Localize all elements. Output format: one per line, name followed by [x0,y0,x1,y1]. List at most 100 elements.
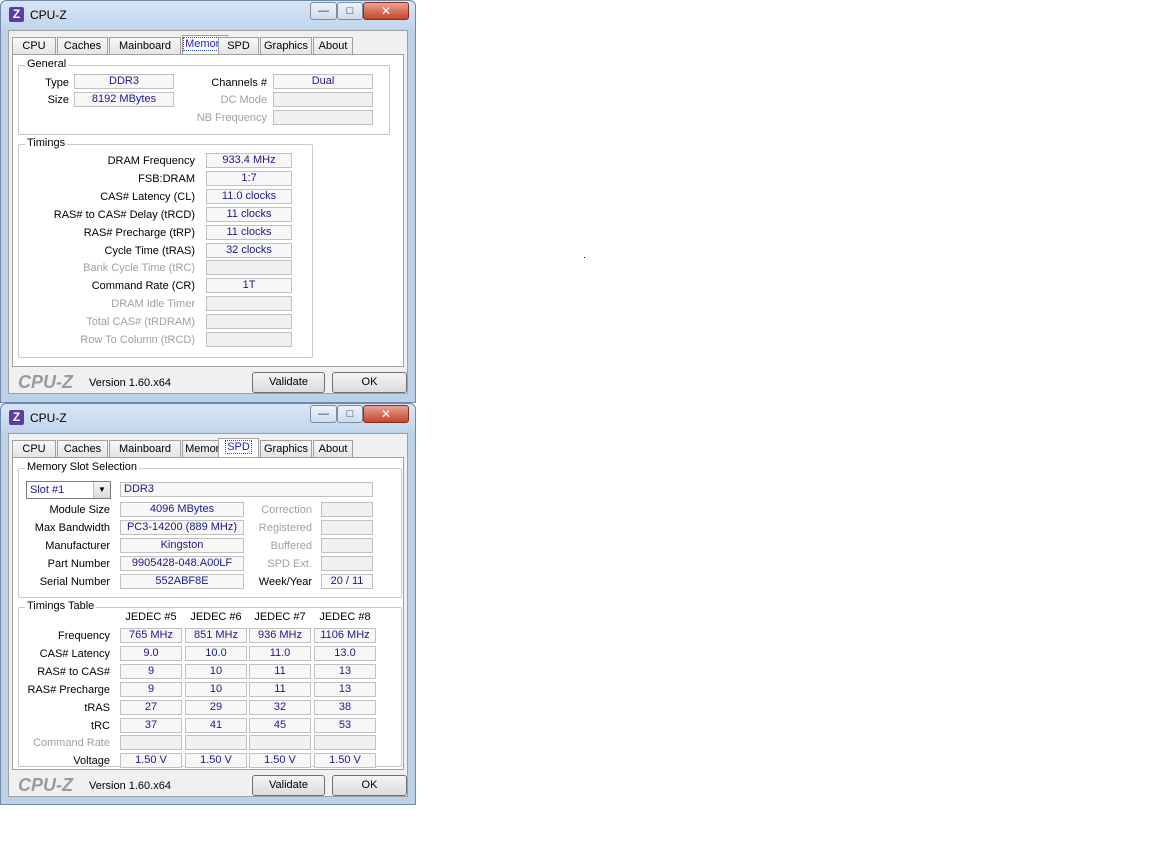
table-cell: 1.50 V [120,753,182,769]
slot-dropdown[interactable]: Slot #1 ▼ [26,481,111,499]
maximize-button[interactable]: □ [337,405,363,423]
table-cell: 851 MHz [185,628,247,643]
close-button[interactable]: ✕ [363,405,409,423]
title-bar[interactable]: Z CPU-Z — □ ✕ [1,404,415,432]
slot-field-value: 9905428-048.A00LF [120,555,244,571]
table-cell: 9.0 [120,645,182,661]
timings-group-label: Timings [25,137,68,149]
timing-value: 11.0 clocks [206,188,292,204]
slot-field-label: SPD Ext. [267,557,312,570]
cpuz-window-spd: Z CPU-Z — □ ✕ CPU Caches Mainboard Memory SP… [0,403,416,805]
table-cell: 13 [314,681,376,697]
slot-field-value [321,519,373,535]
tab-label: Graphics [263,443,309,455]
table-cell: 29 [185,699,247,715]
table-cell: 1.50 V [249,753,311,769]
table-cell: 765 MHz [120,628,182,643]
slot-selection-group: Memory Slot Selection Slot #1 ▼ DDR3 Mod… [18,461,402,598]
cpuz-app-icon: Z [9,410,24,425]
tab-mainboard[interactable]: Mainboard [109,37,181,55]
tab-label: Caches [63,40,102,52]
table-row-label: CAS# Latency [39,647,110,660]
minimize-button[interactable]: — [310,2,337,20]
validate-button[interactable]: Validate [252,372,325,393]
maximize-icon: □ [346,5,354,17]
timing-value [206,260,292,276]
size-value: 8192 MBytes [74,92,174,107]
table-column-header: JEDEC #8 [319,611,371,623]
close-button[interactable]: ✕ [363,2,409,20]
slot-dropdown-value: Slot #1 [30,484,65,496]
table-row-label: Frequency [58,630,110,642]
close-icon: ✕ [380,407,392,421]
timing-label: Cycle Time (tRAS) [104,244,195,257]
table-cell: 32 [249,699,311,715]
timings-table-group: Timings Table JEDEC #5 JEDEC #6 JEDEC #7 JE… [18,600,402,769]
tab-label: Graphics [263,40,309,52]
timing-label: Bank Cycle Time (tRC) [83,262,195,275]
tab-label: About [318,40,348,52]
slot-field-value: Kingston [120,537,244,553]
minimize-button[interactable]: — [310,405,337,423]
table-cell: 936 MHz [249,628,311,643]
ok-button[interactable]: OK [332,372,407,393]
nbfreq-value [273,110,373,125]
tab-cpu[interactable]: CPU [12,37,56,55]
maximize-button[interactable]: □ [337,2,363,20]
table-cell: 37 [120,717,182,733]
type-value: DDR3 [74,74,174,89]
tab-label: Mainboard [119,40,171,52]
tab-label: Mainboard [119,443,171,455]
tab-caches[interactable]: Caches [57,37,108,55]
table-column-header: JEDEC #5 [125,611,177,623]
tab-spd[interactable]: SPD [218,438,259,459]
window-title: CPU-Z [30,8,67,22]
timings-table-label: Timings Table [25,600,97,612]
title-bar[interactable]: Z CPU-Z — □ ✕ [1,1,415,29]
table-row-label: RAS# to CAS# [37,665,110,678]
timing-value [206,314,292,330]
table-row-label: tRAS [84,701,110,714]
table-row-label: RAS# Precharge [27,683,110,696]
tab-caches[interactable]: Caches [57,440,108,458]
slot-field-label: Serial Number [39,575,110,588]
spd-page: Memory Slot Selection Slot #1 ▼ DDR3 Mod… [12,457,404,770]
table-row-label: tRC [91,719,110,732]
table-column-header: JEDEC #7 [254,611,306,623]
validate-button[interactable]: Validate [252,775,325,796]
tab-cpu[interactable]: CPU [12,440,56,458]
tab-graphics[interactable]: Graphics [260,37,312,55]
table-cell [314,735,376,751]
cpuz-logo: CPU-Z [18,775,73,795]
tab-about[interactable]: About [313,440,353,458]
version-text: Version 1.60.x64 [89,377,171,389]
stray-pixel [584,257,585,258]
timing-label: DRAM Idle Timer [111,298,195,311]
tab-about[interactable]: About [313,37,353,55]
tab-spd[interactable]: SPD [218,37,259,55]
general-group-label: General [25,58,69,70]
minimize-icon: — [318,408,329,420]
table-cell: 10 [185,681,247,697]
table-cell: 13.0 [314,645,376,661]
table-cell: 11.0 [249,645,311,661]
timing-value [206,332,292,347]
general-group: General Type DDR3 Size 8192 MBytes Chann… [18,58,390,135]
slot-field-label: Correction [261,504,312,516]
slot-field-label: Manufacturer [45,539,110,552]
memory-type-value: DDR3 [120,482,373,497]
table-cell: 27 [120,699,182,715]
ok-button[interactable]: OK [332,775,407,796]
timing-value: 933.4 MHz [206,153,292,168]
slot-field-value [321,555,373,571]
tab-label: SPD [227,40,250,52]
chevron-down-icon[interactable]: ▼ [93,482,110,498]
minimize-icon: — [318,5,329,17]
cpuz-logo: CPU-Z [18,372,73,392]
tab-graphics[interactable]: Graphics [260,440,312,458]
slot-field-label: Buffered [270,539,312,552]
channels-label: Channels # [211,77,267,89]
footer: CPU-Z Version 1.60.x64 Validate OK [9,370,407,394]
timing-label: RAS# Precharge (tRP) [83,226,195,239]
tab-mainboard[interactable]: Mainboard [109,440,181,458]
